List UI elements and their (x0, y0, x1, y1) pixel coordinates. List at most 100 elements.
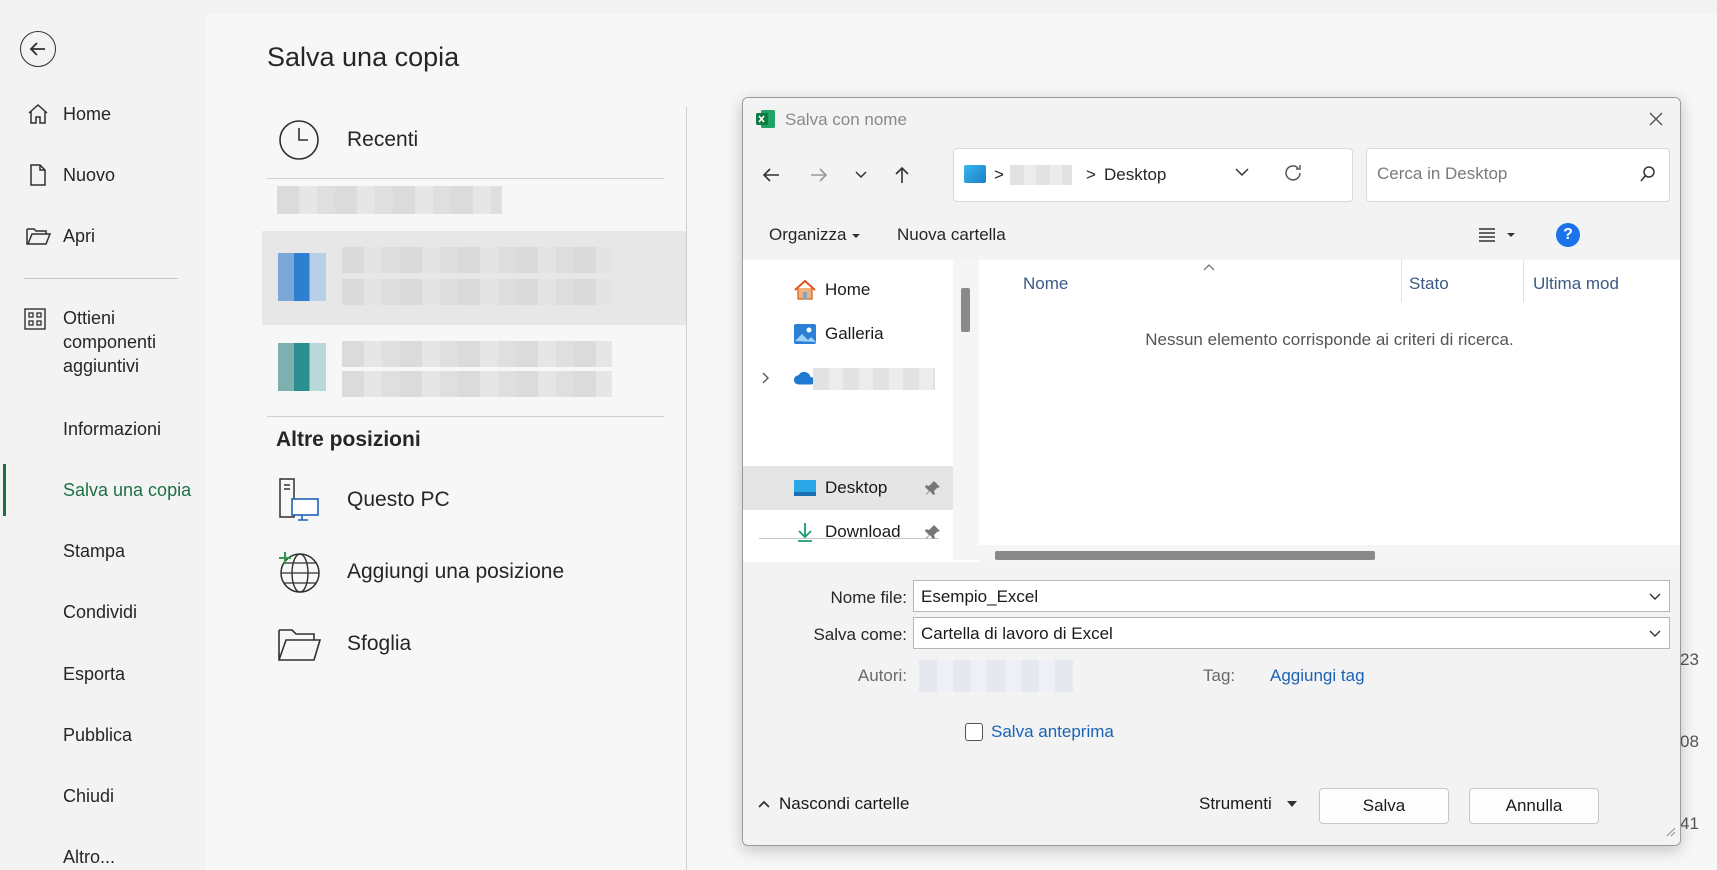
forward-nav-button[interactable] (803, 159, 835, 191)
recent-bottom-divider (267, 416, 664, 417)
hide-folders-button[interactable]: Nascondi cartelle (757, 794, 909, 814)
nav-info[interactable]: Informazioni (0, 409, 206, 449)
column-divider (1401, 260, 1402, 302)
horizontal-scrollbar[interactable] (979, 545, 1680, 563)
tree-item-label: Desktop (825, 478, 888, 497)
nav-new-label: Nuovo (63, 164, 116, 185)
file-list: Nome Stato Ultima mod Nessun elemento co… (979, 260, 1680, 560)
scrollbar-thumb[interactable] (961, 288, 970, 332)
tree-scrollbar[interactable] (953, 260, 979, 560)
location-recent[interactable]: Recenti (275, 116, 418, 164)
organize-menu[interactable]: Organizza (769, 225, 861, 245)
globe-add-icon (275, 548, 323, 596)
breadcrumb-separator: > (1086, 165, 1096, 184)
column-header-status[interactable]: Stato (1409, 274, 1449, 294)
hide-folders-label: Nascondi cartelle (779, 794, 910, 813)
nav-publish-label: Pubblica (63, 724, 133, 745)
nav-get-addins[interactable]: Ottieni componenti aggiuntivi (0, 306, 206, 386)
back-button[interactable] (20, 31, 56, 67)
gallery-icon (793, 322, 817, 346)
resize-grip-icon[interactable] (1664, 824, 1676, 842)
nav-close[interactable]: Chiudi (0, 776, 206, 816)
empty-list-message: Nessun elemento corrisponde ai criteri d… (1145, 330, 1514, 349)
column-header-name[interactable]: Nome (1023, 274, 1068, 294)
location-add-place[interactable]: Aggiungi una posizione (275, 548, 564, 596)
tools-label: Strumenti (1199, 794, 1272, 813)
redacted-text (813, 368, 935, 390)
recent-file-row[interactable] (262, 325, 687, 419)
panel-divider (686, 107, 687, 870)
save-as-dialog: Salva con nome > > Desktop Organizza Nuo… (742, 97, 1681, 846)
recent-file-row[interactable] (262, 231, 687, 325)
chevron-right-icon[interactable] (761, 370, 771, 390)
partial-number: 41 (1680, 814, 1699, 833)
command-bar: Organizza Nuova cartella ? (743, 210, 1680, 260)
tree-item-label: Home (825, 280, 871, 299)
location-browse[interactable]: Sfoglia (275, 620, 411, 668)
nav-more[interactable]: Altro... (0, 837, 206, 870)
authors-field[interactable] (919, 660, 1073, 692)
tree-item-onedrive[interactable] (743, 356, 953, 400)
save-as-type-label: Salva come: (813, 625, 907, 644)
tags-label: Tag: (1203, 666, 1236, 685)
search-field[interactable] (1366, 148, 1670, 202)
close-button[interactable] (1644, 107, 1668, 131)
tree-item-download[interactable]: Download (743, 510, 953, 554)
new-folder-button[interactable]: Nuova cartella (897, 225, 1006, 245)
nav-addins-label: Ottieni componenti aggiuntivi (63, 308, 157, 376)
breadcrumb-current[interactable]: Desktop (1104, 165, 1166, 185)
caret-down-icon (852, 234, 861, 238)
location-this-pc[interactable]: Questo PC (275, 476, 450, 524)
tree-item-home[interactable]: Home (743, 268, 953, 312)
caret-down-icon (1286, 801, 1297, 807)
up-level-button[interactable] (886, 159, 918, 191)
save-as-type-select[interactable]: Cartella di lavoro di Excel (913, 617, 1670, 649)
search-input[interactable] (1377, 164, 1627, 184)
file-name-field[interactable]: Esempio_Excel (913, 580, 1670, 612)
pin-icon[interactable] (925, 480, 941, 501)
nav-close-label: Chiudi (63, 785, 115, 806)
folder-open-icon (25, 223, 51, 249)
nav-publish[interactable]: Pubblica (0, 715, 206, 755)
view-options-button[interactable] (1477, 226, 1517, 249)
nav-share[interactable]: Condividi (0, 592, 206, 632)
add-tag-link[interactable]: Aggiungi tag (1270, 666, 1365, 686)
pin-icon[interactable] (925, 524, 941, 545)
back-nav-button[interactable] (755, 159, 787, 191)
folder-open-icon (275, 620, 323, 668)
help-button[interactable]: ? (1556, 223, 1580, 247)
save-preview-label[interactable]: Salva anteprima (991, 722, 1114, 742)
location-browse-label: Sfoglia (347, 632, 412, 655)
tree-item-desktop[interactable]: Desktop (743, 466, 953, 510)
recent-locations-button[interactable] (845, 159, 877, 191)
refresh-button[interactable] (1282, 162, 1304, 189)
new-document-icon (25, 162, 51, 188)
arrow-up-icon (895, 166, 909, 183)
nav-save-copy[interactable]: Salva una copia (0, 470, 206, 510)
redacted-breadcrumb (1010, 165, 1072, 185)
address-bar[interactable]: > > Desktop (953, 148, 1353, 202)
save-preview-checkbox[interactable] (965, 723, 983, 741)
save-button[interactable]: Salva (1319, 788, 1449, 824)
column-header-modified[interactable]: Ultima mod (1533, 274, 1619, 294)
chevron-down-icon (1235, 168, 1249, 177)
save-as-type-value: Cartella di lavoro di Excel (921, 624, 1113, 643)
location-add-place-label: Aggiungi una posizione (347, 560, 565, 583)
nav-new[interactable]: Nuovo (0, 155, 206, 195)
address-history-dropdown[interactable] (1234, 165, 1250, 183)
tools-menu[interactable]: Strumenti (1199, 794, 1298, 814)
chevron-down-icon[interactable] (1647, 588, 1663, 604)
nav-home[interactable]: Home (0, 94, 206, 134)
partial-number: 08 (1680, 732, 1699, 751)
nav-open[interactable]: Apri (0, 216, 206, 256)
background-partial-column: 23 08 41 (1680, 120, 1717, 870)
tree-item-gallery[interactable]: Galleria (743, 312, 953, 356)
nav-print[interactable]: Stampa (0, 531, 206, 571)
chevron-down-icon[interactable] (1647, 625, 1663, 641)
cancel-button[interactable]: Annulla (1469, 788, 1599, 824)
redacted-text (342, 341, 612, 367)
scrollbar-thumb[interactable] (995, 551, 1375, 560)
redacted-text (342, 247, 612, 273)
nav-export[interactable]: Esporta (0, 654, 206, 694)
column-divider (1523, 260, 1524, 302)
